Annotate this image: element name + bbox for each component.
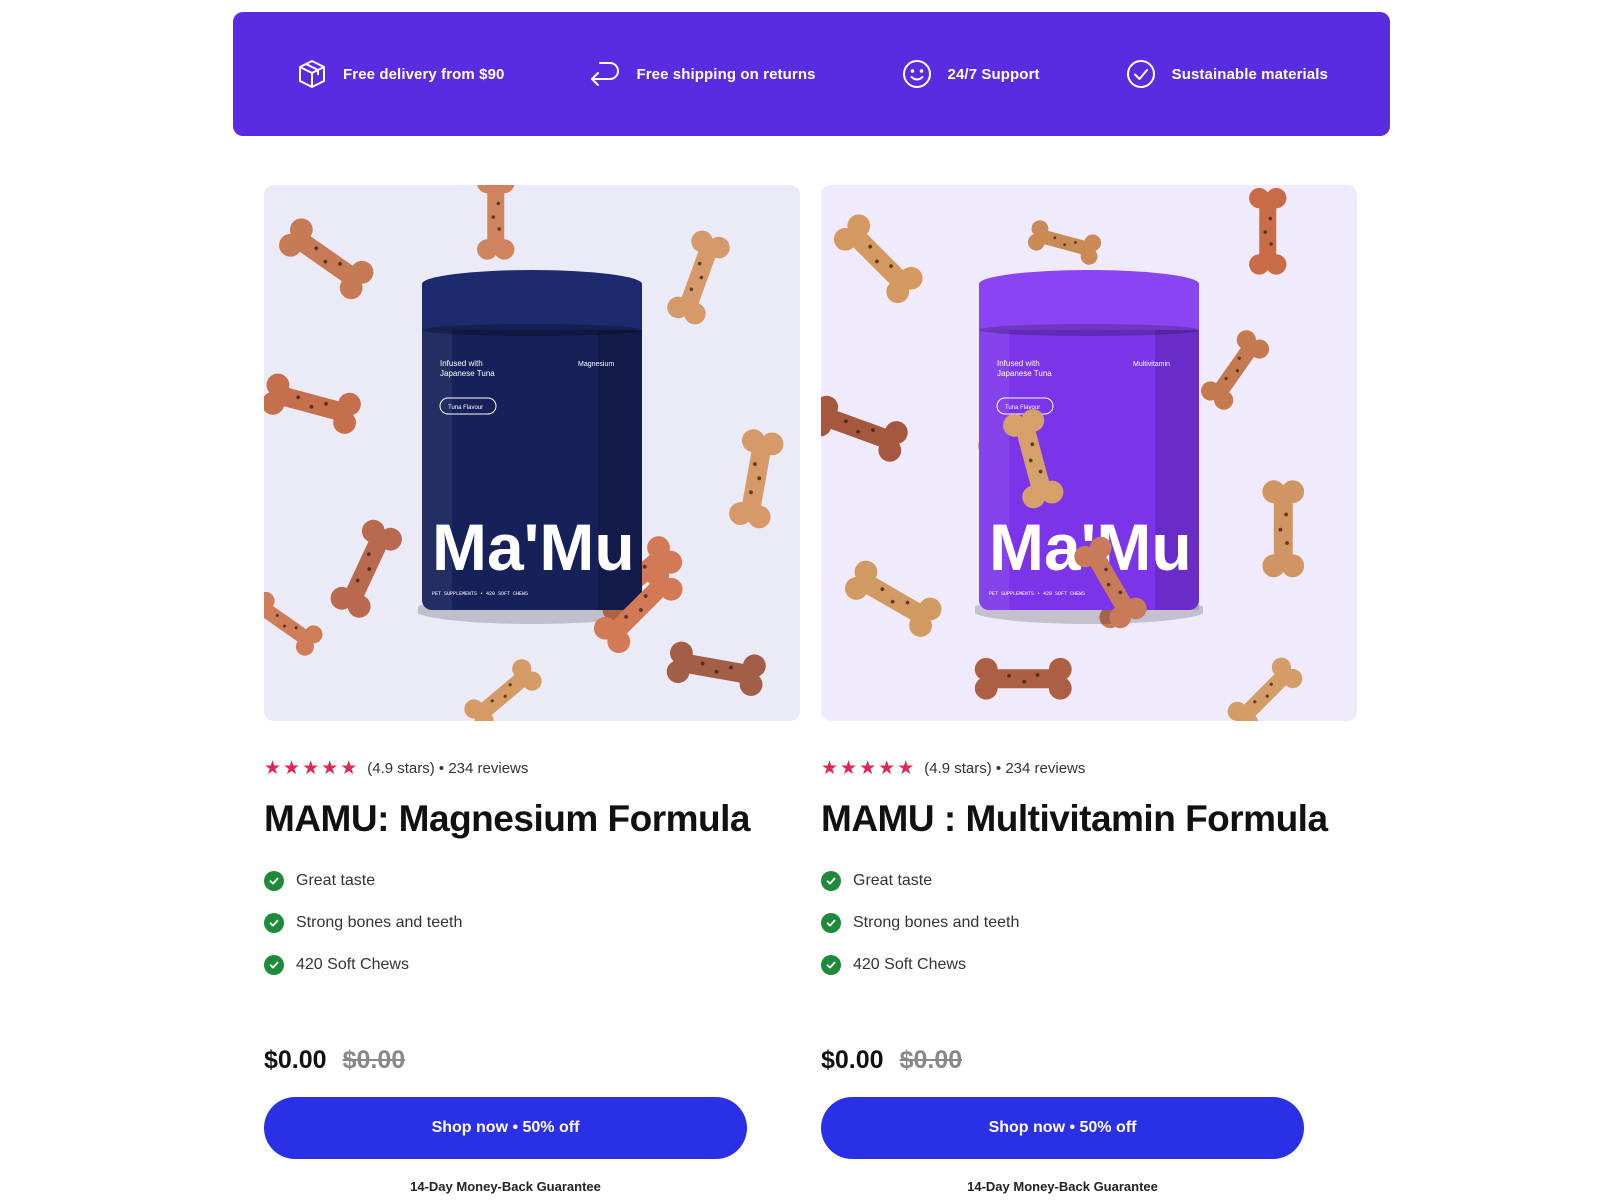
original-price: $0.00 (899, 1046, 963, 1074)
benefit-support: 24/7 Support (900, 57, 1040, 91)
bone-treat-image (264, 373, 361, 434)
bone-treat-image (1262, 480, 1305, 578)
star-icon: ★ (821, 758, 839, 779)
bone-treat-image (477, 185, 515, 260)
bone-treat-image (666, 641, 766, 696)
benefit-free-returns: Free shipping on returns (588, 57, 815, 91)
star-icon: ★ (840, 758, 858, 779)
rating-text: (4.9 stars) • 234 reviews (924, 760, 1086, 777)
can-footer-text: PET SUPPLEMENTS • 420 SOFT CHEWS (432, 591, 528, 597)
feature-item: Strong bones and teeth (821, 902, 1359, 944)
product-image[interactable]: Infused with Japanese Tuna Multivitamin … (821, 185, 1357, 721)
shop-now-button[interactable]: Shop now • 50% off (821, 1097, 1304, 1159)
bone-treat-image (1249, 187, 1287, 275)
benefit-label: 24/7 Support (947, 65, 1040, 83)
price-row: $0.00 $0.00 (821, 1046, 1359, 1075)
star-icon: ★ (897, 758, 915, 779)
feature-label: Strong bones and teeth (853, 914, 1020, 931)
price-row: $0.00 $0.00 (264, 1046, 802, 1075)
can-flavour-text: Tuna Flavour (448, 405, 483, 411)
bone-treat-image (974, 657, 1072, 700)
original-price: $0.00 (342, 1046, 406, 1074)
product-title[interactable]: MAMU: Magnesium Formula (264, 798, 802, 840)
check-icon (821, 871, 841, 891)
star-icon: ★ (859, 758, 877, 779)
feature-item: Strong bones and teeth (264, 902, 802, 944)
sale-price: $0.00 (821, 1046, 884, 1074)
can-infused-text: Infused with (997, 359, 1040, 368)
benefit-sustainable: Sustainable materials (1124, 57, 1328, 91)
shop-now-button[interactable]: Shop now • 50% off (264, 1097, 747, 1159)
bone-treat-image (1200, 330, 1270, 410)
can-infused-text-2: Japanese Tuna (440, 369, 495, 378)
bone-treat-image (845, 560, 942, 637)
check-circle-icon (1124, 57, 1158, 91)
star-icon: ★ (264, 758, 282, 779)
can-brand-text: Ma'Mu (432, 510, 635, 584)
benefit-free-delivery: Free delivery from $90 (295, 57, 504, 91)
feature-item: 420 Soft Chews (821, 944, 1359, 986)
feature-label: Great taste (296, 872, 376, 889)
can-infused-text: Infused with (440, 359, 483, 368)
rating: ★ ★ ★ ★ ★ (4.9 stars) • 234 reviews (821, 759, 1359, 778)
star-icon: ★ (340, 758, 358, 779)
benefit-label: Free delivery from $90 (343, 65, 505, 83)
check-icon (821, 955, 841, 975)
star-icon: ★ (302, 758, 320, 779)
feature-label: Strong bones and teeth (296, 914, 463, 931)
check-icon (264, 871, 284, 891)
feature-item: 420 Soft Chews (264, 944, 802, 986)
feature-label: 420 Soft Chews (853, 956, 966, 973)
canister-image: Infused with Japanese Tuna Magnesium Tun… (418, 270, 646, 624)
feature-list: Great taste Strong bones and teeth 420 S… (264, 860, 802, 986)
feature-label: 420 Soft Chews (296, 956, 409, 973)
guarantee-text: 14-Day Money-Back Guarantee (967, 1179, 1158, 1194)
star-icon: ★ (321, 758, 339, 779)
smiley-icon (900, 57, 934, 91)
star-icon: ★ (878, 758, 896, 779)
package-icon (295, 57, 329, 91)
feature-item: Great taste (821, 860, 1359, 902)
rating-text: (4.9 stars) • 234 reviews (367, 760, 529, 777)
bone-treat-image (667, 230, 730, 325)
bone-treat-image (729, 429, 784, 529)
star-rating: ★ ★ ★ ★ ★ (264, 759, 357, 778)
bone-treat-image (1227, 657, 1303, 721)
rating: ★ ★ ★ ★ ★ (4.9 stars) • 234 reviews (264, 759, 802, 778)
feature-list: Great taste Strong bones and teeth 420 S… (821, 860, 1359, 986)
feature-label: Great taste (853, 872, 933, 889)
can-footer-text: PET SUPPLEMENTS • 420 SOFT CHEWS (989, 591, 1085, 597)
can-infused-text-2: Japanese Tuna (997, 369, 1052, 378)
check-icon (264, 955, 284, 975)
product-card-multivitamin: Infused with Japanese Tuna Multivitamin … (821, 185, 1359, 1194)
bone-treat-image (833, 214, 923, 304)
bone-treat-image (279, 218, 374, 300)
bone-treat-image (1027, 220, 1102, 265)
bone-treat-image (464, 659, 542, 721)
can-variant-text: Multivitamin (1133, 361, 1170, 368)
bone-treat-image (821, 395, 908, 462)
check-icon (821, 913, 841, 933)
return-arrow-icon (588, 57, 622, 91)
product-image[interactable]: Infused with Japanese Tuna Magnesium Tun… (264, 185, 800, 721)
benefits-banner: Free delivery from $90 Free shipping on … (233, 12, 1390, 136)
product-title[interactable]: MAMU : Multivitamin Formula (821, 798, 1359, 840)
bone-treat-image (330, 519, 402, 618)
benefit-label: Free shipping on returns (636, 65, 816, 83)
star-rating: ★ ★ ★ ★ ★ (821, 759, 914, 778)
bone-treat-image (264, 591, 323, 656)
guarantee-text: 14-Day Money-Back Guarantee (410, 1179, 601, 1194)
can-variant-text: Magnesium (578, 361, 614, 368)
product-card-magnesium: Infused with Japanese Tuna Magnesium Tun… (264, 185, 802, 1194)
feature-item: Great taste (264, 860, 802, 902)
benefit-label: Sustainable materials (1171, 65, 1328, 83)
sale-price: $0.00 (264, 1046, 327, 1074)
star-icon: ★ (283, 758, 301, 779)
check-icon (264, 913, 284, 933)
